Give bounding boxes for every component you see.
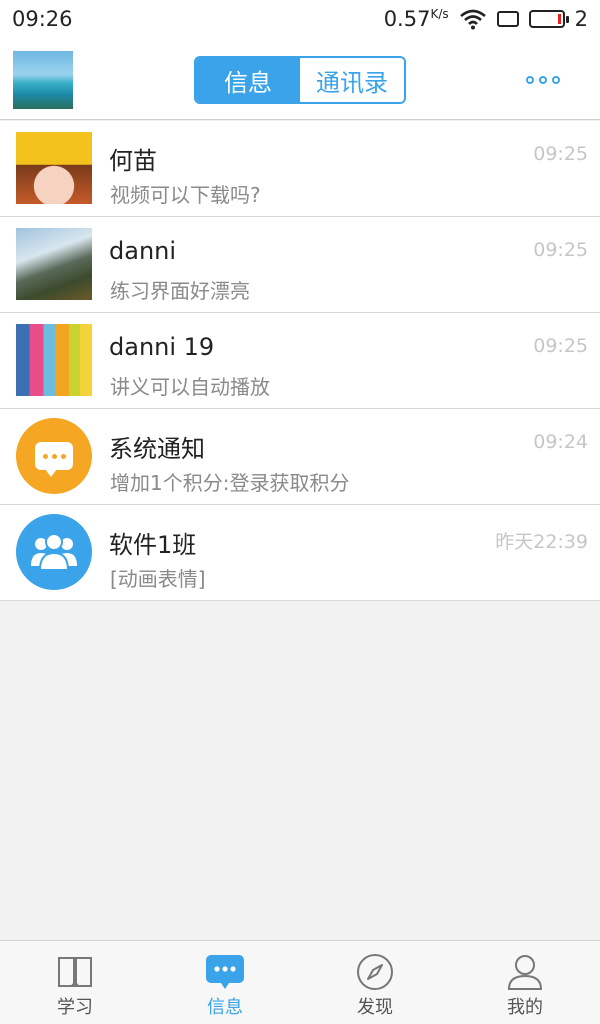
group-icon <box>16 514 92 590</box>
chat-name: danni 19 <box>109 333 215 361</box>
book-icon <box>56 953 94 991</box>
chat-preview: 练习界面好漂亮 <box>110 279 250 303</box>
avatar <box>16 324 92 396</box>
chat-time: 09:25 <box>533 143 588 165</box>
status-bar: 09:26 0.57K/s 2 <box>0 0 600 40</box>
nav-label: 信息 <box>207 997 243 1018</box>
compass-icon <box>356 953 394 991</box>
status-right: 0.57K/s 2 <box>384 7 588 31</box>
chat-time: 昨天22:39 <box>495 531 588 553</box>
chat-list: 何苗 视频可以下载吗? 09:25 danni 练习界面好漂亮 09:25 da… <box>0 121 600 601</box>
chat-name: 软件1班 <box>109 531 197 559</box>
chat-name: 系统通知 <box>109 435 205 463</box>
bottom-nav: 学习 信息 发现 我的 <box>0 940 600 1024</box>
network-speed-unit: K/s <box>430 7 449 21</box>
tab-contacts[interactable]: 通讯录 <box>300 58 404 102</box>
chat-item[interactable]: danni 19 讲义可以自动播放 09:25 <box>0 313 600 409</box>
battery-level: 2 <box>574 7 588 31</box>
chat-time: 09:24 <box>533 431 588 453</box>
sim-icon <box>496 11 519 27</box>
chat-item[interactable]: 何苗 视频可以下载吗? 09:25 <box>0 121 600 217</box>
segment-switch: 信息 通讯录 <box>194 56 406 104</box>
battery-icon <box>528 10 569 28</box>
nav-label: 我的 <box>507 997 543 1018</box>
nav-discover[interactable]: 发现 <box>300 941 450 1024</box>
system-notice-icon <box>16 418 92 494</box>
chat-name: 何苗 <box>109 147 157 175</box>
nav-messages[interactable]: 信息 <box>150 941 300 1024</box>
chat-item[interactable]: danni 练习界面好漂亮 09:25 <box>0 217 600 313</box>
chat-time: 09:25 <box>533 239 588 261</box>
chat-name: danni <box>109 237 177 265</box>
nav-label: 发现 <box>357 997 393 1018</box>
tab-messages[interactable]: 信息 <box>196 58 300 102</box>
chat-preview: 增加1个积分:登录获取积分 <box>110 471 350 495</box>
chat-time: 09:25 <box>533 335 588 357</box>
chat-preview: 讲义可以自动播放 <box>110 375 270 399</box>
nav-study[interactable]: 学习 <box>0 941 150 1024</box>
nav-label: 学习 <box>57 997 93 1018</box>
chat-preview: [动画表情] <box>110 567 206 591</box>
network-speed-value: 0.57 <box>383 7 431 31</box>
chat-preview: 视频可以下载吗? <box>110 183 261 207</box>
nav-profile[interactable]: 我的 <box>450 941 600 1024</box>
wifi-icon <box>459 9 486 30</box>
top-header: 信息 通讯录 <box>0 40 600 120</box>
network-speed: 0.57K/s <box>384 7 449 31</box>
more-dots-icon[interactable] <box>526 76 560 84</box>
avatar <box>16 132 92 204</box>
chat-item[interactable]: 软件1班 [动画表情] 昨天22:39 <box>0 505 600 601</box>
status-time: 09:26 <box>12 7 73 31</box>
profile-avatar[interactable] <box>13 51 73 109</box>
avatar <box>16 228 92 300</box>
chat-item[interactable]: 系统通知 增加1个积分:登录获取积分 09:24 <box>0 409 600 505</box>
message-icon <box>205 953 245 991</box>
user-icon <box>506 953 544 991</box>
